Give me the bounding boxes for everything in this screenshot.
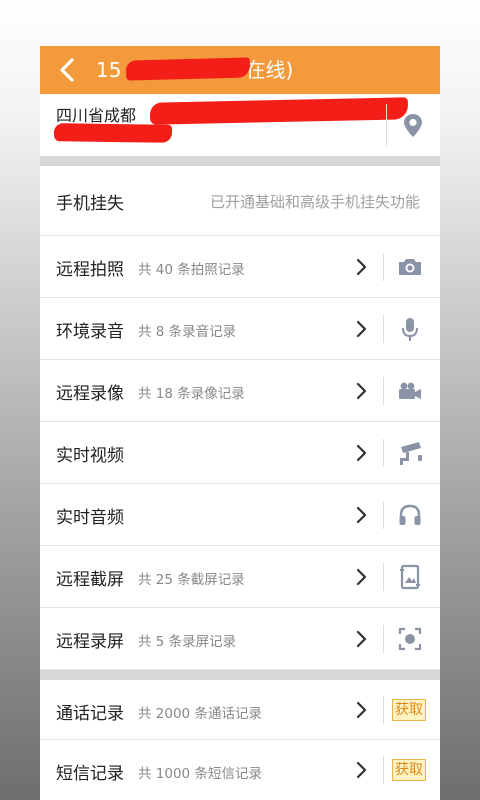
divider xyxy=(383,253,384,281)
divider xyxy=(383,439,384,467)
section-gap xyxy=(40,156,440,166)
feature-label: 环境录音 xyxy=(56,322,124,342)
divider xyxy=(383,377,384,405)
divider xyxy=(383,315,384,343)
divider xyxy=(383,625,384,653)
video-camera-icon xyxy=(399,382,421,399)
feature-count: 共 5 条录屏记录 xyxy=(138,634,237,650)
lost-phone-label: 手机挂失 xyxy=(56,194,124,214)
feature-label: 远程拍照 xyxy=(56,260,124,280)
feature-label: 实时视频 xyxy=(56,446,124,466)
lost-phone-status: 已开通基础和高级手机挂失功能 xyxy=(209,193,420,211)
section-gap xyxy=(40,670,440,680)
feature-row-remote-photo[interactable]: 远程拍照 共 40 条拍照记录 xyxy=(40,236,440,298)
chevron-right-icon xyxy=(356,701,367,719)
screen-record-icon xyxy=(398,627,422,651)
headphones-icon xyxy=(399,504,421,525)
title-suffix: 在线) xyxy=(245,58,294,82)
title-bar: 15 在线) xyxy=(40,46,440,94)
record-row-calls[interactable]: 通话记录 共 2000 条通话记录 获取 xyxy=(40,680,440,740)
microphone-icon xyxy=(402,318,418,341)
feature-row-live-audio[interactable]: 实时音频 xyxy=(40,484,440,546)
record-label: 通话记录 xyxy=(56,704,124,724)
chevron-right-icon xyxy=(356,258,367,276)
phone-screen: 15 在线) 四川省成都 手机挂失 已开通基础和高级手机挂失功能 远程拍照 共 4… xyxy=(40,46,440,800)
feature-count: 共 18 条录像记录 xyxy=(138,386,245,402)
redaction-mark xyxy=(53,123,173,143)
record-count: 共 2000 条通话记录 xyxy=(138,706,262,722)
chevron-right-icon xyxy=(356,320,367,338)
feature-count: 共 25 条截屏记录 xyxy=(138,572,245,588)
record-count: 共 1000 条短信记录 xyxy=(138,766,262,782)
divider xyxy=(383,696,384,724)
divider xyxy=(383,756,384,784)
chevron-right-icon xyxy=(356,506,367,524)
fetch-sms-button[interactable]: 获取 xyxy=(392,759,426,781)
redaction-mark xyxy=(125,57,251,81)
chevron-left-icon xyxy=(60,58,74,82)
feature-label: 远程截屏 xyxy=(56,570,124,590)
feature-row-ambient-recording[interactable]: 环境录音 共 8 条录音记录 xyxy=(40,298,440,360)
chevron-right-icon xyxy=(356,630,367,648)
cctv-camera-icon xyxy=(400,442,422,465)
lost-phone-row[interactable]: 手机挂失 已开通基础和高级手机挂失功能 xyxy=(40,166,440,236)
address-card: 四川省成都 xyxy=(40,94,440,156)
divider xyxy=(383,563,384,591)
fetch-calls-button[interactable]: 获取 xyxy=(392,699,426,721)
feature-count: 共 40 条拍照记录 xyxy=(138,262,245,278)
record-label: 短信记录 xyxy=(56,764,124,784)
feature-row-live-video[interactable]: 实时视频 xyxy=(40,422,440,484)
chevron-right-icon xyxy=(356,761,367,779)
feature-count: 共 8 条录音记录 xyxy=(138,324,237,340)
chevron-right-icon xyxy=(356,444,367,462)
divider xyxy=(386,104,387,146)
record-row-sms[interactable]: 短信记录 共 1000 条短信记录 获取 xyxy=(40,740,440,800)
screenshot-icon xyxy=(400,564,420,590)
chevron-right-icon xyxy=(356,568,367,586)
location-pin-icon xyxy=(404,114,422,137)
back-button[interactable] xyxy=(52,54,84,86)
feature-label: 远程录像 xyxy=(56,384,124,404)
feature-row-remote-screen-record[interactable]: 远程录屏 共 5 条录屏记录 xyxy=(40,608,440,670)
feature-row-remote-video[interactable]: 远程录像 共 18 条录像记录 xyxy=(40,360,440,422)
divider xyxy=(383,501,384,529)
chevron-right-icon xyxy=(356,382,367,400)
location-button[interactable] xyxy=(396,108,430,142)
camera-icon xyxy=(399,259,421,275)
redaction-mark xyxy=(149,97,409,125)
feature-label: 远程录屏 xyxy=(56,632,124,652)
title-prefix: 15 xyxy=(96,58,122,82)
feature-row-remote-screenshot[interactable]: 远程截屏 共 25 条截屏记录 xyxy=(40,546,440,608)
feature-label: 实时音频 xyxy=(56,508,124,528)
